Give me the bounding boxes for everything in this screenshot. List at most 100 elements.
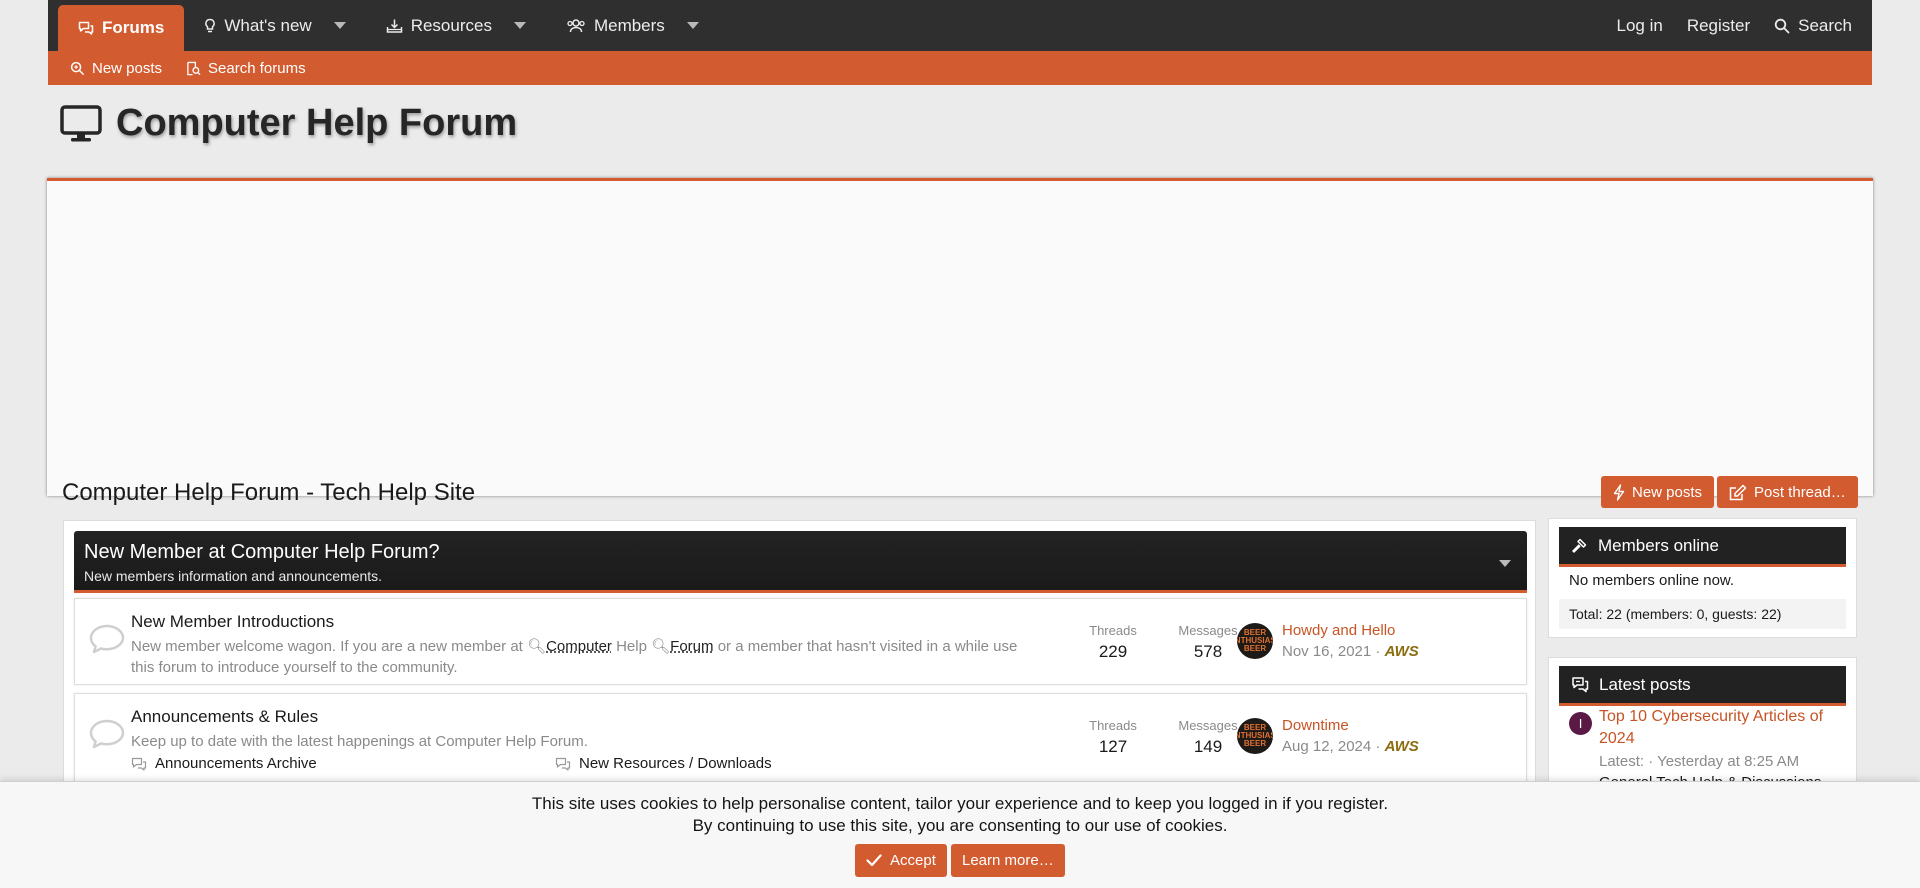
tab-forums-label: Forums [102,18,165,37]
chevron-down-icon[interactable] [513,22,526,29]
keyword-link[interactable]: Computer [546,638,612,655]
new-posts-button-label: New posts [1632,483,1703,501]
tab-members-label: Members [593,15,665,35]
last-post-meta: Nov 16, 2021 · AWS [1282,643,1419,660]
search-forums-label: Search forums [208,59,306,77]
threads-label: Threads [1089,718,1137,733]
chevron-down-icon[interactable] [686,22,699,29]
members-online-header[interactable]: Members online [1559,527,1846,567]
search-link[interactable]: Search [1762,0,1864,51]
category-description: New members information and announcement… [84,568,383,584]
ad-banner [47,178,1873,496]
page-header: Computer Help Forum [60,102,517,145]
tab-forums[interactable]: Forums [58,5,185,51]
avatar-letter: I [1578,716,1583,731]
members-online-title: Members online [1598,535,1719,555]
chat-bubbles-icon [131,757,147,771]
new-posts-label: New posts [92,59,163,77]
forum-description: New member welcome wagon. If you are a n… [131,636,1031,678]
download-tray-icon [386,18,403,34]
collapse-toggle-icon[interactable] [1499,560,1511,567]
sub-forum-label: New Resources / Downloads [579,755,772,772]
threads-stat: Threads 127 [1078,718,1148,757]
comments-icon [1571,676,1589,693]
login-label: Log in [1616,15,1663,35]
chat-bubbles-icon [555,757,571,771]
register-link[interactable]: Register [1675,0,1762,51]
last-post-user[interactable]: AWS [1385,738,1419,755]
top-navigation: Forums What's new Resources Members Log … [48,0,1872,51]
site-subtitle: Computer Help Forum - Tech Help Site [62,479,476,506]
learn-more-button[interactable]: Learn more… [951,844,1065,877]
post-thread-button-label: Post thread… [1754,483,1846,501]
members-online-total: Total: 22 (members: 0, guests: 22) [1559,599,1846,629]
login-link[interactable]: Log in [1604,0,1674,51]
sub-forum-link[interactable]: New Resources / Downloads [555,755,772,772]
lightning-icon [1613,483,1625,501]
forum-description-text: or a member that hasn't visited in a whi… [717,638,1018,655]
avatar[interactable]: BEER ENTHUSIAST BEER [1237,718,1273,754]
search-document-icon [186,61,201,76]
latest-posts-header[interactable]: Latest posts [1559,666,1846,706]
last-post-title[interactable]: Downtime [1282,717,1349,734]
forum-description: Keep up to date with the latest happenin… [131,733,588,750]
forum-title[interactable]: New Member Introductions [131,612,334,632]
category-title[interactable]: New Member at Computer Help Forum? [84,541,1517,564]
check-icon [866,854,882,867]
forum-description-text: New member welcome wagon. If you are a n… [131,638,523,655]
avatar-text: BEER ENTHUSIAST BEER [1237,723,1273,748]
threads-label: Threads [1089,623,1137,638]
tab-whats-new[interactable]: What's new [184,0,365,51]
search-forums-link[interactable]: Search forums [186,60,306,77]
chevron-down-icon[interactable] [333,22,346,29]
magnifier-plus-icon [70,61,85,76]
sub-forum-label: Announcements Archive [155,755,317,772]
sub-forum-link[interactable]: Announcements Archive [131,755,317,772]
new-posts-link[interactable]: New posts [70,60,162,77]
last-post-meta: Aug 12, 2024 · AWS [1282,738,1419,755]
sub-navigation: New posts Search forums [48,51,1872,85]
edit-icon [1729,484,1747,501]
tab-resources[interactable]: Resources [366,0,546,51]
category-header[interactable]: New Member at Computer Help Forum? New m… [74,531,1527,593]
latest-post-meta: Latest: · Yesterday at 8:25 AM [1599,753,1800,770]
avatar-text: BEER ENTHUSIAST BEER [1237,628,1273,653]
latest-post-title-line: Top 10 Cybersecurity Articles of [1599,708,1824,725]
threads-count: 127 [1098,737,1128,756]
tab-whats-new-label: What's new [224,15,312,35]
post-thread-button[interactable]: Post thread… [1717,476,1858,508]
members-online-status: No members online now. [1569,572,1735,589]
lightbulb-icon [204,18,216,34]
last-post-date[interactable]: Aug 12, 2024 · [1282,738,1380,755]
hammer-icon [1571,537,1588,554]
latest-post-title-line: 2024 [1599,730,1635,747]
avatar[interactable]: BEER ENTHUSIAST BEER [1237,623,1273,659]
keyword-search-icon: 🔍︎ [527,638,547,655]
members-online-widget: Members online No members online now. To… [1548,518,1857,638]
last-post-date[interactable]: Nov 16, 2021 · [1282,643,1380,660]
desktop-monitor-icon [60,104,102,143]
page-title: Computer Help Forum [116,102,518,144]
forum-title[interactable]: Announcements & Rules [131,707,318,727]
keyword-search-icon: 🔍︎ [651,638,671,655]
last-post-title[interactable]: Howdy and Hello [1282,622,1395,639]
accept-cookies-button[interactable]: Accept [855,844,947,877]
account-navigation: Log in Register Search [1604,0,1872,51]
learn-more-label: Learn more… [962,852,1054,869]
search-icon [1774,18,1790,34]
keyword-link[interactable]: Forum [670,638,713,655]
threads-stat: Threads 229 [1078,623,1148,662]
search-label: Search [1798,15,1852,35]
cookie-notice-text: This site uses cookies to help personali… [531,794,1389,813]
register-label: Register [1686,15,1751,35]
last-post-user[interactable]: AWS [1385,643,1419,660]
speech-bubble-icon [89,718,125,750]
accept-cookies-label: Accept [890,852,936,869]
tab-resources-label: Resources [410,15,492,35]
users-icon [566,18,586,34]
new-posts-button[interactable]: New posts [1601,476,1715,508]
latest-post-title[interactable]: Top 10 Cybersecurity Articles of 2024 [1599,706,1823,750]
tab-members[interactable]: Members [546,0,719,51]
forum-list: New Member at Computer Help Forum? New m… [63,520,1536,820]
avatar[interactable]: I [1569,712,1592,735]
